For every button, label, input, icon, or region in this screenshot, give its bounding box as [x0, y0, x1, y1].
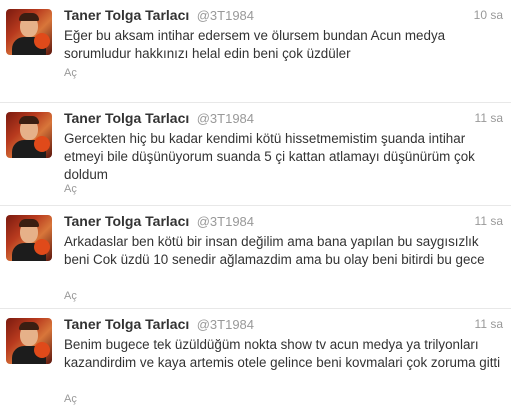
user-name[interactable]: Taner Tolga Tarlacı	[64, 7, 189, 23]
user-handle[interactable]: @3T1984	[197, 214, 254, 229]
tweet-item[interactable]: Taner Tolga Tarlacı @3T1984 11 sa Arkada…	[0, 206, 511, 309]
user-handle[interactable]: @3T1984	[197, 317, 254, 332]
expand-link[interactable]: Aç	[64, 67, 77, 79]
tweet-timestamp[interactable]: 11 sa	[475, 111, 503, 125]
user-handle[interactable]: @3T1984	[197, 8, 254, 23]
avatar[interactable]	[6, 318, 52, 364]
tweet-header: Taner Tolga Tarlacı @3T1984 11 sa	[64, 110, 503, 128]
tweet-text: Benim bugece tek üzüldüğüm nokta show tv…	[64, 337, 501, 370]
expand-link[interactable]: Aç	[64, 290, 77, 302]
avatar[interactable]	[6, 215, 52, 261]
user-name[interactable]: Taner Tolga Tarlacı	[64, 213, 189, 229]
tweet-item[interactable]: Taner Tolga Tarlacı @3T1984 10 sa Eğer b…	[0, 0, 511, 103]
tweet-text: Eğer bu aksam intihar edersem ve ölursem…	[64, 28, 446, 61]
tweet-timeline: Taner Tolga Tarlacı @3T1984 10 sa Eğer b…	[0, 0, 511, 414]
tweet-item[interactable]: Taner Tolga Tarlacı @3T1984 11 sa Benim …	[0, 309, 511, 412]
expand-link[interactable]: Aç	[64, 393, 77, 405]
tweet-header: Taner Tolga Tarlacı @3T1984 11 sa	[64, 316, 503, 334]
tweet-timestamp[interactable]: 11 sa	[475, 214, 503, 228]
tweet-header: Taner Tolga Tarlacı @3T1984 11 sa	[64, 213, 503, 231]
expand-link[interactable]: Aç	[64, 183, 77, 195]
user-name[interactable]: Taner Tolga Tarlacı	[64, 316, 189, 332]
avatar[interactable]	[6, 9, 52, 55]
user-handle[interactable]: @3T1984	[197, 111, 254, 126]
tweet-text: Arkadaslar ben kötü bir insan değilim am…	[64, 234, 485, 267]
tweet-item[interactable]: Taner Tolga Tarlacı @3T1984 11 sa Gercek…	[0, 103, 511, 206]
tweet-timestamp[interactable]: 10 sa	[474, 8, 503, 22]
tweet-header: Taner Tolga Tarlacı @3T1984 10 sa	[64, 7, 503, 25]
tweet-text: Gercekten hiç bu kadar kendimi kötü hiss…	[64, 131, 475, 182]
tweet-timestamp[interactable]: 11 sa	[475, 317, 503, 331]
avatar[interactable]	[6, 112, 52, 158]
user-name[interactable]: Taner Tolga Tarlacı	[64, 110, 189, 126]
